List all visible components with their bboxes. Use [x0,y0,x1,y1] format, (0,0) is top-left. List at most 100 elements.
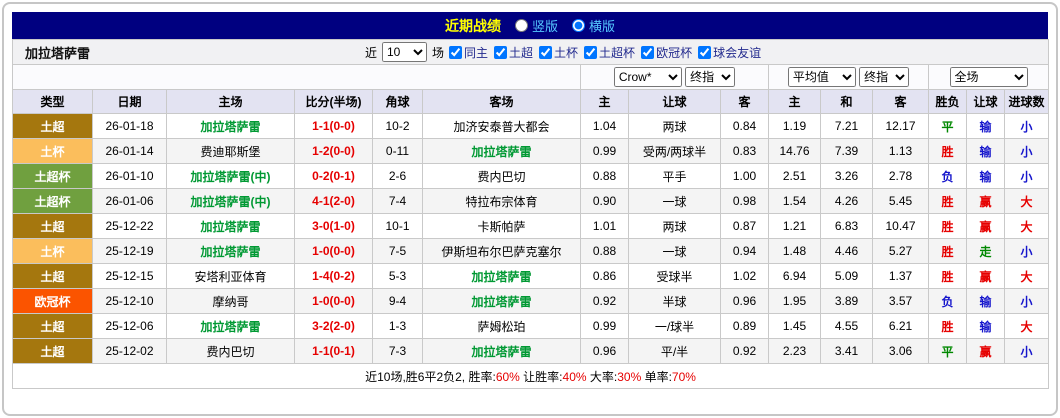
league-badge: 土超杯 [12,188,93,214]
column-header: 比分(半场) [294,89,373,114]
layout-radio-horizontal[interactable]: 横版 [572,16,615,35]
column-header: 客场 [422,89,581,114]
handicap-result: 赢 [966,263,1005,289]
away-team: 萨姆松珀 [422,313,581,339]
filter-checkbox-4[interactable]: 土超杯 [584,44,635,61]
match-row: 土超 25-12-06 加拉塔萨雷 3-2(2-0) 1-3 萨姆松珀 0.99 一/球半 0.… [12,313,1050,339]
handicap-line: 受两/两球半 [628,138,721,164]
handicap-home-odds: 0.86 [580,263,629,289]
goals-result: 大 [1003,263,1050,289]
home-team: 加拉塔萨雷 [166,238,295,264]
win-loss-result: 平 [928,113,967,139]
bookmaker-select[interactable]: Crow* [613,67,682,87]
horizontal-radio-icon[interactable] [572,19,585,32]
handicap-away-odds: 1.02 [720,263,769,289]
table-footer: 近10场,胜6平2负2, 胜率:60% 让胜率:40% 大率:30% 单率:70… [11,363,1050,389]
filter-checkbox-label: 同主 [464,45,489,60]
avg-away-odds: 6.21 [872,313,929,339]
checkbox-icon[interactable] [449,45,462,59]
match-date: 26-01-18 [92,113,167,139]
win-loss-result: 平 [928,338,967,364]
checkbox-icon[interactable] [539,45,553,59]
away-team: 加拉塔萨雷 [422,138,581,164]
bookmaker-stage-select[interactable]: 终指 [685,67,736,87]
goals-result: 小 [1003,138,1050,164]
handicap-line: 一/球半 [628,313,721,339]
handicap-line: 两球 [628,213,721,239]
column-header: 主 [768,89,821,114]
handicap-line: 半球 [628,288,721,314]
league-badge: 土超 [12,213,93,239]
checkbox-icon[interactable] [698,45,712,59]
goals-result: 小 [1003,338,1050,364]
avg-home-odds: 2.51 [768,163,821,189]
handicap-result: 赢 [966,213,1005,239]
handicap-line: 一球 [628,188,721,214]
filter-checkbox-5[interactable]: 欧冠杯 [641,44,692,61]
home-team: 摩纳哥 [166,288,295,314]
vertical-radio-label: 竖版 [531,19,558,34]
handicap-away-odds: 1.00 [720,163,769,189]
home-team: 费内巴切 [166,338,295,364]
avg-home-odds: 1.54 [768,188,821,214]
column-header: 主 [580,89,629,114]
layout-radio-vertical[interactable]: 竖版 [514,16,558,35]
checkbox-icon[interactable] [584,45,598,59]
filter-checkbox-1[interactable]: 同主 [449,44,488,61]
summary-stat: 40% [562,369,587,384]
average-select[interactable]: 平均值 [787,67,856,87]
corners: 9-4 [372,288,423,314]
checkbox-icon[interactable] [494,45,508,59]
filter-group: 近 10 场 同主 土超 土杯 土超杯 欧冠杯 球会友谊 [365,42,761,62]
corners: 1-3 [372,313,423,339]
summary-row: 近10场,胜6平2负2, 胜率:60% 让胜率:40% 大率:30% 单率:70… [11,363,1050,389]
handicap-home-odds: 0.99 [580,138,629,164]
score: 1-0(0-0) [294,238,373,264]
score: 3-0(1-0) [294,213,373,239]
score: 1-0(0-0) [294,288,373,314]
handicap-result: 走 [966,238,1005,264]
goals-result: 小 [1003,288,1050,314]
score: 1-1(0-1) [294,338,373,364]
handicap-home-odds: 1.04 [580,113,629,139]
match-row: 土超 25-12-15 安塔利亚体育 1-4(0-2) 5-3 加拉塔萨雷 0.86 受球半 1… [12,263,1050,289]
scope-select[interactable]: 全场 [949,67,1028,87]
avg-away-odds: 10.47 [872,213,929,239]
vertical-radio-icon[interactable] [514,19,528,32]
filter-checkbox-3[interactable]: 土杯 [539,44,578,61]
match-date: 25-12-15 [92,263,167,289]
match-date: 26-01-14 [92,138,167,164]
team-name: 加拉塔萨雷 [25,45,91,61]
handicap-result: 输 [966,163,1005,189]
filter-checkbox-6[interactable]: 球会友谊 [698,44,761,61]
handicap-line: 两球 [628,113,721,139]
column-header: 类型 [12,89,93,114]
league-badge: 土超杯 [12,163,93,189]
match-date: 25-12-02 [92,338,167,364]
home-team: 费迪耶斯堡 [166,138,295,164]
score: 0-2(0-1) [294,163,373,189]
home-team: 加拉塔萨雷 [166,213,295,239]
filter-checkbox-2[interactable]: 土超 [494,44,533,61]
handicap-line: 平/半 [628,338,721,364]
recent-count-select[interactable]: 10 [381,42,427,62]
avg-away-odds: 3.06 [872,338,929,364]
handicap-line: 受球半 [628,263,721,289]
home-team: 加拉塔萨雷 [166,113,295,139]
handicap-result: 赢 [966,188,1005,214]
win-loss-result: 胜 [928,138,967,164]
checkbox-icon[interactable] [641,45,655,59]
away-team: 费内巴切 [422,163,581,189]
summary-label: 大率: [586,369,618,384]
summary-stat: 60% [495,369,520,384]
score: 4-1(2-0) [294,188,373,214]
win-loss-result: 胜 [928,238,967,264]
handicap-away-odds: 0.96 [720,288,769,314]
goals-result: 小 [1003,238,1050,264]
league-badge: 土杯 [12,238,93,264]
column-header: 进球数 [1003,89,1050,114]
away-team: 特拉布宗体育 [422,188,581,214]
handicap-home-odds: 0.92 [580,288,629,314]
average-stage-select[interactable]: 终指 [859,67,910,87]
avg-away-odds: 5.27 [872,238,929,264]
